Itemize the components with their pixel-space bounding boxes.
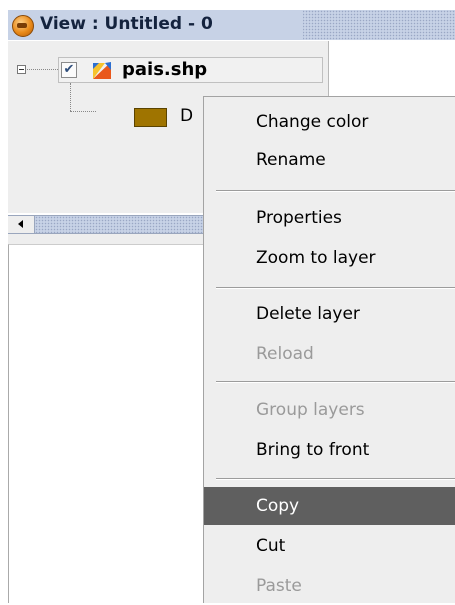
legend-label: D (180, 106, 194, 126)
panel-divider[interactable] (8, 234, 204, 244)
menu-separator (216, 190, 455, 192)
layer-context-menu: Change color Rename Properties Zoom to l… (203, 96, 455, 603)
menu-item-copy[interactable]: Copy (204, 487, 455, 525)
menu-item-change-color[interactable]: Change color (204, 103, 455, 141)
layer-shape-icon (93, 62, 111, 79)
menu-item-group-layers: Group layers (256, 400, 365, 420)
menu-item-bring-to-front[interactable]: Bring to front (204, 431, 455, 469)
menu-item-rename[interactable]: Rename (204, 141, 455, 179)
menu-separator (216, 287, 455, 289)
layer-visibility-checkbox[interactable]: ✔ (61, 62, 77, 78)
tree-connector (27, 69, 58, 70)
map-overview-area[interactable] (8, 244, 204, 603)
menu-item-paste: Paste (256, 576, 302, 596)
menu-item-cut[interactable]: Cut (204, 527, 455, 565)
menu-item-properties[interactable]: Properties (204, 199, 455, 237)
layer-name: pais.shp (122, 59, 208, 80)
toc-horizontal-scrollbar[interactable] (8, 215, 204, 234)
layer-row[interactable]: ✔ pais.shp (8, 57, 328, 83)
legend-color-swatch (134, 108, 167, 127)
menu-item-reload: Reload (256, 344, 314, 364)
gvsig-view-icon (12, 15, 34, 37)
menu-item-delete-layer[interactable]: Delete layer (204, 295, 455, 333)
menu-separator (216, 381, 455, 383)
view-title: View : Untitled - 0 (40, 14, 213, 34)
menu-separator (216, 478, 455, 480)
view-titlebar[interactable]: View : Untitled - 0 (8, 10, 455, 40)
collapse-toggle-icon[interactable] (17, 65, 26, 74)
scroll-left-button[interactable] (8, 216, 35, 233)
menu-item-zoom-to-layer[interactable]: Zoom to layer (204, 239, 455, 277)
arrow-left-icon (18, 220, 23, 228)
